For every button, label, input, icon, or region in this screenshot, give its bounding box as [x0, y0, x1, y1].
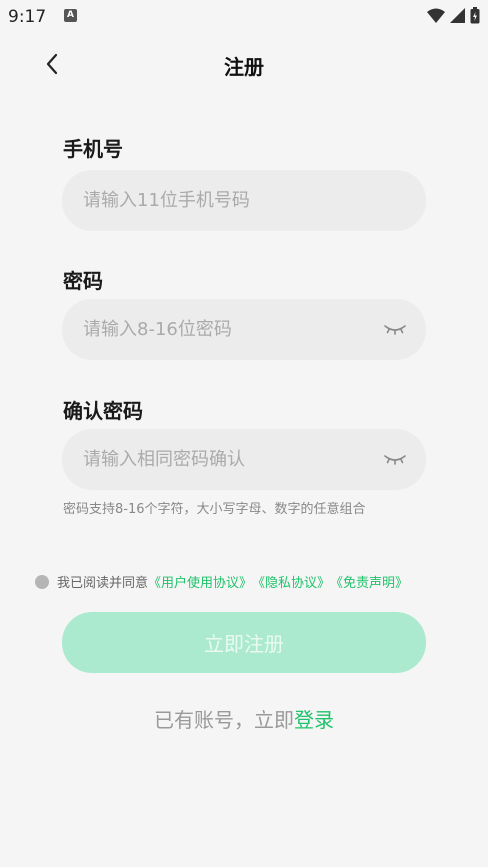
- eye-closed-icon[interactable]: [384, 451, 406, 467]
- login-link[interactable]: 登录: [294, 708, 334, 732]
- confirm-password-input[interactable]: [83, 429, 373, 490]
- agreement-text: 我已阅读并同意: [57, 576, 149, 591]
- disclaimer-link[interactable]: 《免责声明》: [330, 572, 408, 591]
- wifi-icon: [427, 8, 445, 23]
- login-prefix: 已有账号，立即: [154, 708, 294, 732]
- agreement-row: 我已阅读并同意 《用户使用协议》 《隐私协议》 《免责声明》: [35, 572, 408, 591]
- privacy-agreement-link[interactable]: 《隐私协议》: [252, 572, 330, 591]
- status-icons: [427, 7, 480, 24]
- password-input[interactable]: [83, 299, 373, 360]
- password-field-box: [62, 299, 426, 360]
- eye-closed-icon[interactable]: [384, 321, 406, 337]
- confirm-password-field-box: [62, 429, 426, 490]
- confirm-password-label: 确认密码: [63, 399, 143, 423]
- phone-label: 手机号: [63, 137, 123, 161]
- page-title: 注册: [224, 55, 264, 79]
- register-button[interactable]: 立即注册: [62, 612, 426, 673]
- header: 注册: [0, 40, 488, 90]
- notification-icon: A: [64, 9, 77, 22]
- status-bar: 9:17 A: [0, 0, 488, 34]
- phone-input[interactable]: [83, 170, 373, 231]
- password-label: 密码: [63, 269, 103, 293]
- password-hint: 密码支持8-16个字符，大小写字母、数字的任意组合: [63, 502, 366, 517]
- signal-icon: [450, 8, 465, 23]
- status-time: 9:17: [8, 7, 47, 27]
- battery-icon: [470, 7, 480, 24]
- login-prompt: 已有账号，立即登录: [0, 704, 488, 733]
- phone-field-box: [62, 170, 426, 231]
- user-agreement-link[interactable]: 《用户使用协议》: [148, 572, 252, 591]
- agree-checkbox[interactable]: [35, 574, 49, 589]
